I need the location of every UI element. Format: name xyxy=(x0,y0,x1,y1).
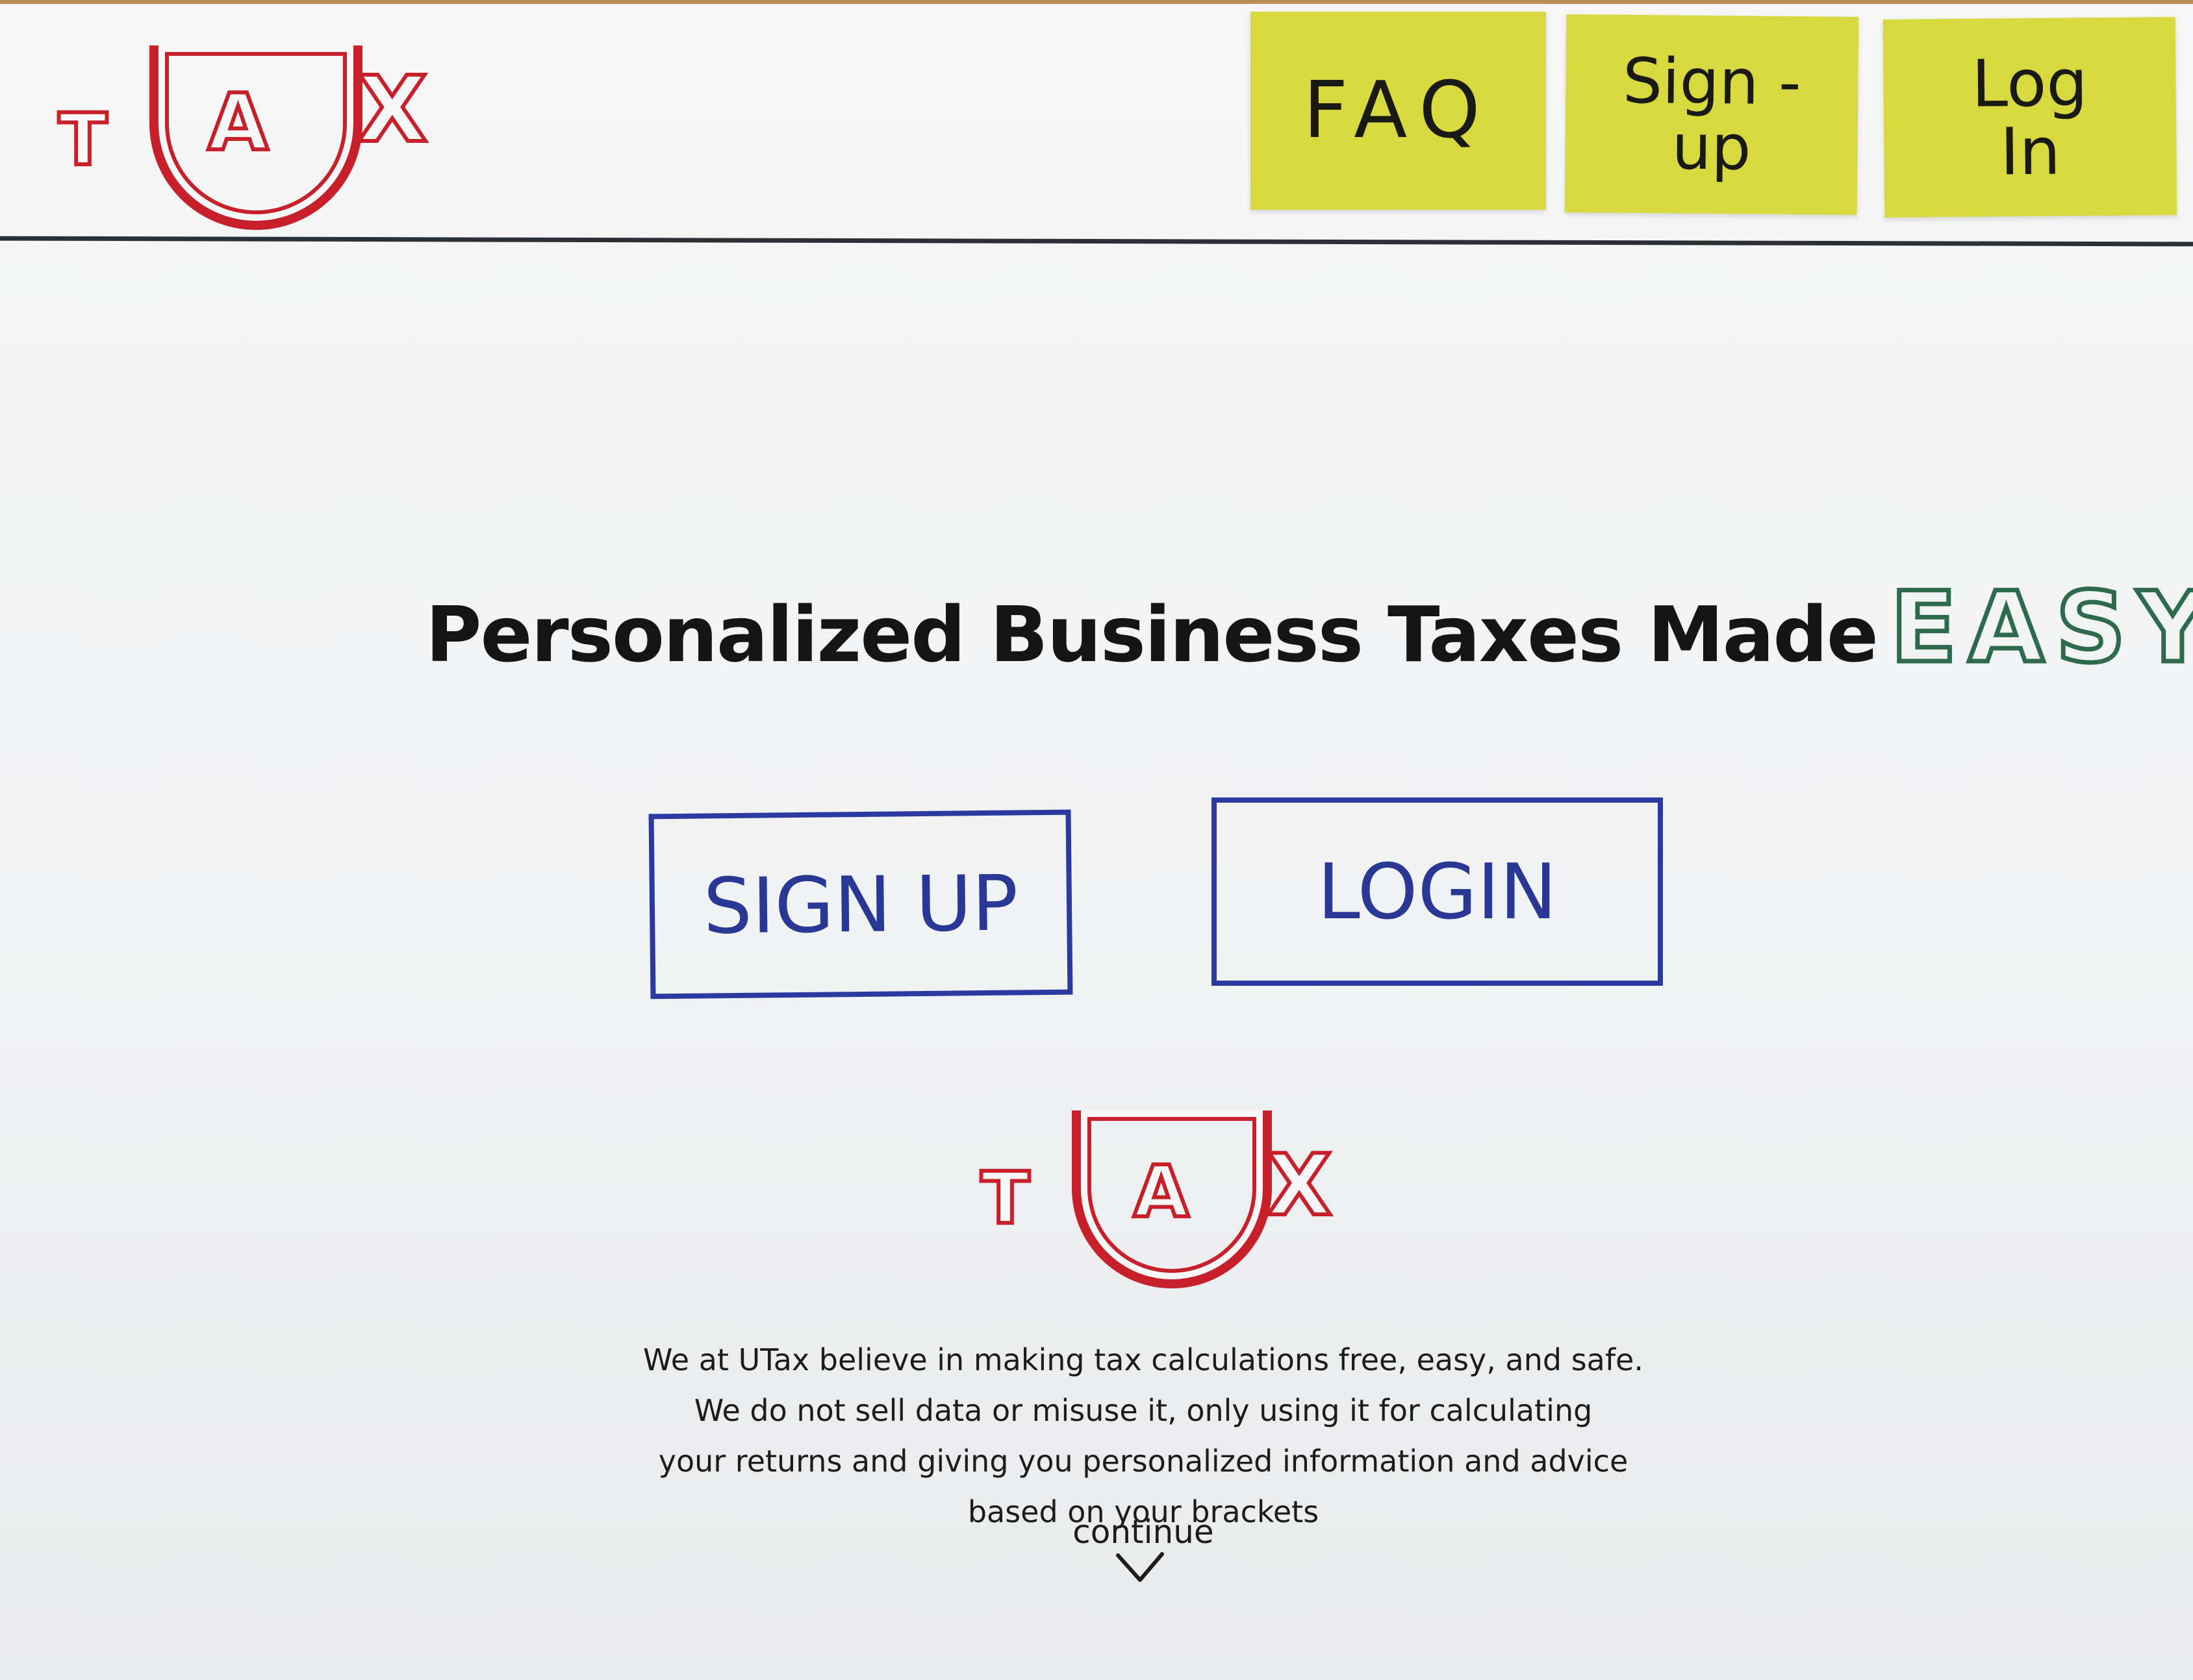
logo-letter-x: X xyxy=(1265,1136,1334,1235)
logo-letter-a: A xyxy=(206,78,270,168)
hero-headline: Personalized Business Taxes MadeEASY. xyxy=(425,570,2193,687)
logo-letter-t: T xyxy=(57,98,109,181)
login-button-label: LOGIN xyxy=(1317,847,1557,936)
nav-login-button[interactable]: Log In xyxy=(1882,17,2177,218)
signup-button[interactable]: SIGN UP xyxy=(648,809,1073,999)
nav-faq-label: FAQ xyxy=(1303,65,1493,156)
hero-headline-text: Personalized Business Taxes Made xyxy=(425,590,1879,679)
logo-letter-t: T xyxy=(979,1157,1032,1240)
signup-button-label: SIGN UP xyxy=(703,857,1019,951)
statement-line: your returns and giving you personalized… xyxy=(658,1444,1629,1479)
continue-link[interactable]: continue xyxy=(1026,1513,1260,1551)
chevron-down-icon[interactable] xyxy=(1114,1549,1166,1588)
logo-letter-x: X xyxy=(355,57,429,163)
logo-letter-a: A xyxy=(1132,1150,1191,1233)
login-button[interactable]: LOGIN xyxy=(1211,797,1663,986)
header-logo[interactable]: T A X xyxy=(57,39,448,234)
nav-login-label: Log In xyxy=(1971,44,2088,190)
privacy-statement: We at UTax believe in making tax calcula… xyxy=(572,1335,1715,1537)
statement-line: We at UTax believe in making tax calcula… xyxy=(643,1342,1643,1377)
statement-line: We do not sell data or misuse it, only u… xyxy=(694,1393,1593,1428)
footer-logo: T A X xyxy=(979,1104,1345,1288)
nav-faq-button[interactable]: FAQ xyxy=(1250,12,1546,210)
nav-signup-button[interactable]: Sign - up xyxy=(1564,14,1859,215)
hero-headline-accent: EASY. xyxy=(1888,570,2193,687)
nav-signup-label: Sign - up xyxy=(1622,44,1802,184)
